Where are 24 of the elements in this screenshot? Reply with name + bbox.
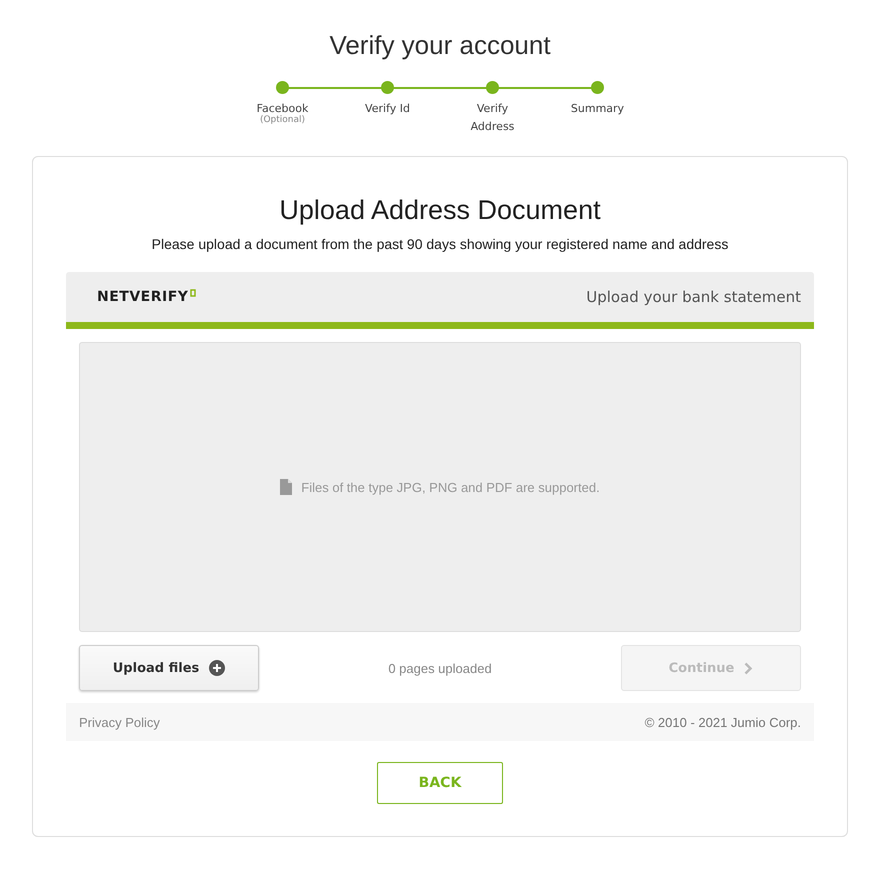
logo: NETVERIFY	[97, 289, 196, 305]
header-text: Upload your bank statement	[586, 288, 801, 306]
step-label: Summary	[570, 101, 626, 117]
card-subtitle: Please upload a document from the past 90 days showing your registered name and address	[152, 236, 728, 252]
drop-zone[interactable]: Files of the type JPG, PNG and PDF are supported.	[79, 342, 801, 632]
step-dot	[591, 81, 604, 94]
privacy-link[interactable]: Privacy Policy	[79, 714, 160, 730]
step-label: Verify Id	[364, 101, 411, 117]
step-label: Verify Address	[470, 101, 516, 135]
step-dot	[486, 81, 499, 94]
plus-icon	[209, 660, 226, 676]
back-button[interactable]: BACK	[377, 762, 503, 804]
copyright: © 2010 - 2021 Jumio Corp.	[644, 714, 801, 730]
step-dot	[276, 81, 289, 94]
step-label: Facebook	[256, 101, 310, 115]
step-dot	[381, 81, 394, 94]
step-note: (Optional)	[260, 115, 306, 125]
page-title: Verify your account	[329, 30, 551, 61]
drop-hint: Files of the type JPG, PNG and PDF are supported.	[301, 480, 600, 494]
upload-button[interactable]: Upload files	[79, 645, 259, 691]
card-title: Upload Address Document	[279, 195, 601, 226]
document-icon	[280, 479, 292, 495]
chevron-icon	[744, 662, 754, 674]
pages-count: 0 pages uploaded	[388, 660, 492, 676]
